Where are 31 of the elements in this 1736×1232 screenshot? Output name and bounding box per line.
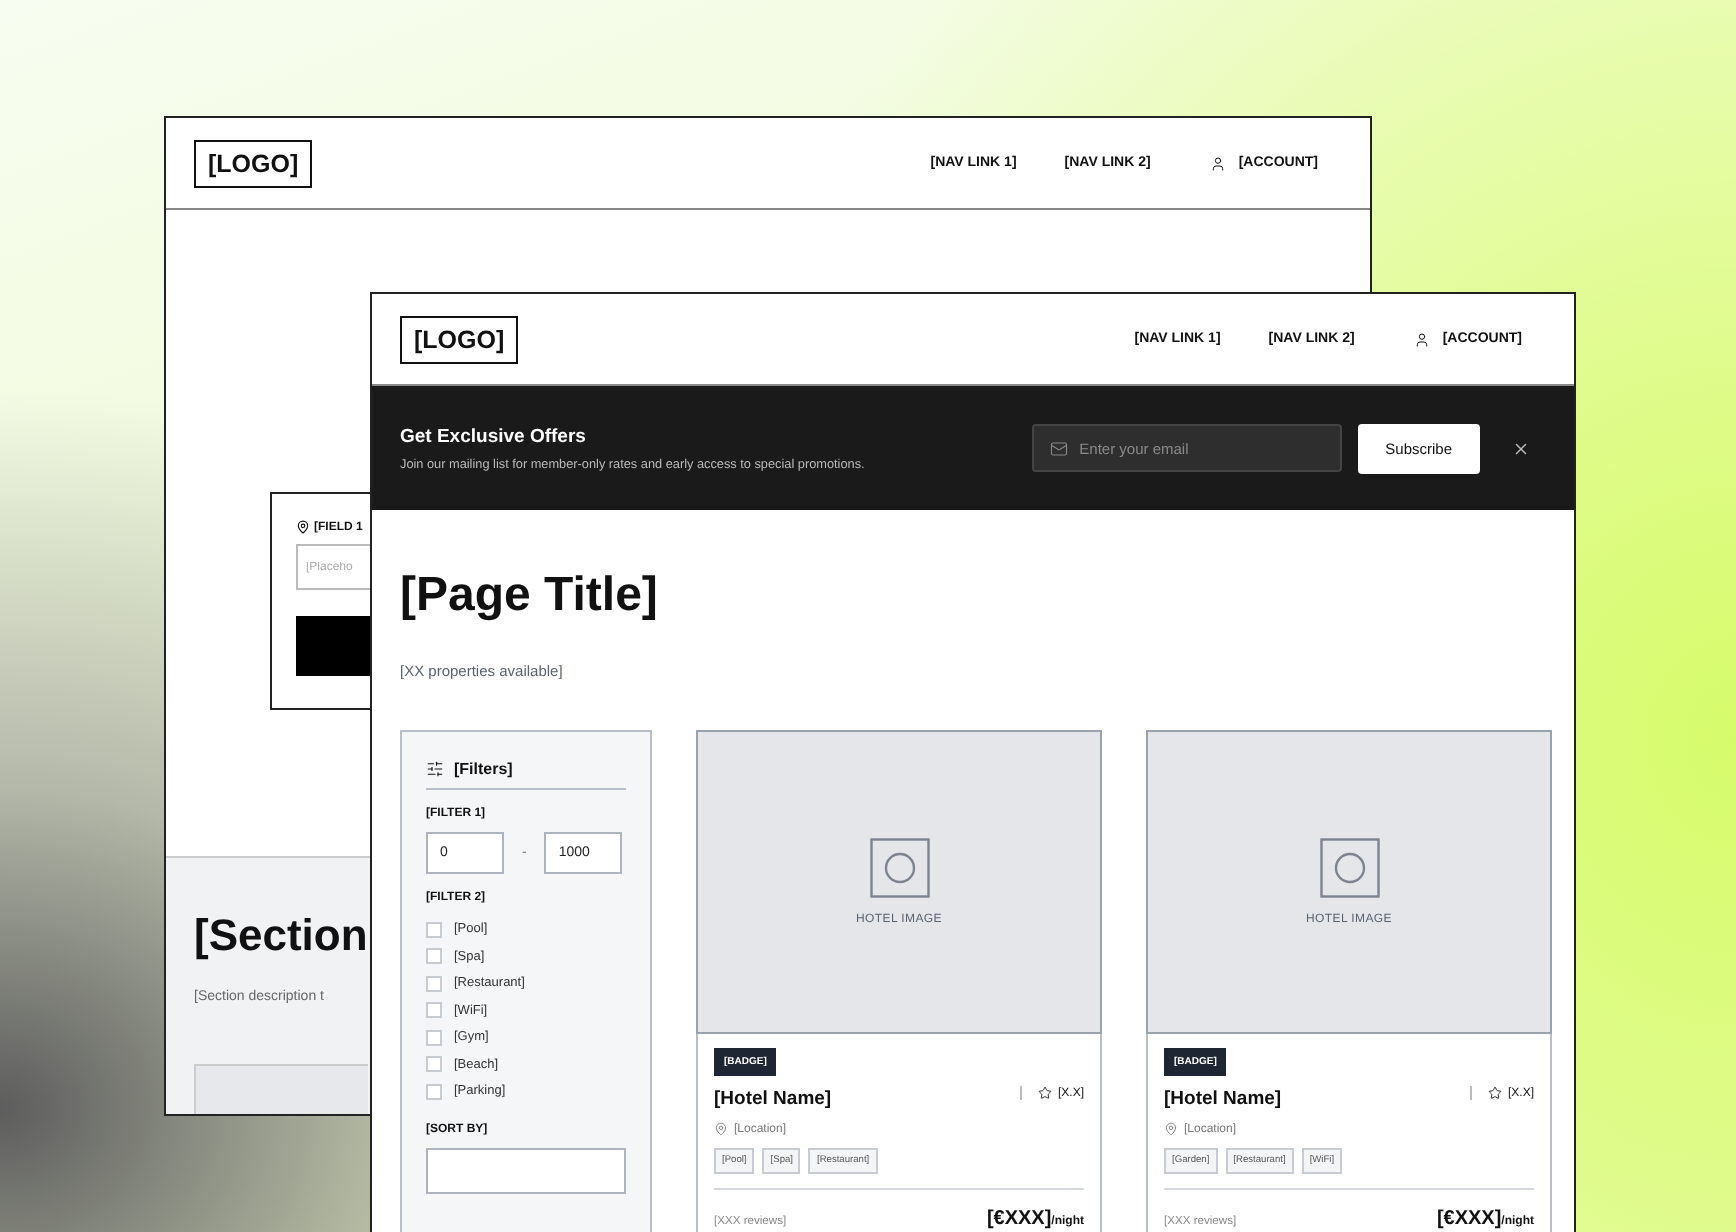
logo[interactable]: [LOGO] (400, 315, 519, 363)
user-icon (1210, 155, 1227, 171)
close-icon (1512, 439, 1530, 457)
location-pin-icon (296, 520, 310, 534)
sliders-icon (426, 760, 444, 778)
banner-title: Get Exclusive Offers (400, 425, 588, 447)
mail-icon (1049, 439, 1068, 457)
location-pin-icon (1164, 1122, 1178, 1136)
price: [€XXX] (1436, 1208, 1502, 1230)
hotel-name: [Hotel Name] (1164, 1088, 1282, 1110)
checkbox[interactable] (426, 948, 442, 965)
image-icon (869, 838, 929, 898)
section-title: [Section (194, 910, 368, 962)
hotel-name: [Hotel Name] (714, 1088, 832, 1110)
checkbox[interactable] (426, 921, 442, 938)
user-icon (1414, 331, 1431, 347)
price: [€XXX] (986, 1208, 1052, 1230)
page-title: [Page Title] (400, 570, 660, 622)
location-pin-icon (714, 1122, 728, 1136)
logo[interactable]: [LOGO] (194, 139, 313, 187)
search-button[interactable] (296, 616, 370, 676)
checkbox[interactable] (426, 975, 442, 992)
checkbox[interactable] (426, 1029, 442, 1046)
image-icon (1319, 838, 1379, 898)
checkbox[interactable] (426, 1056, 442, 1073)
sort-select[interactable] (426, 1147, 626, 1193)
checkbox[interactable] (426, 1002, 442, 1019)
filters-title: [Filters] (454, 760, 513, 778)
star-icon (1037, 1086, 1052, 1100)
star-icon (1487, 1086, 1502, 1100)
checkbox[interactable] (426, 1083, 442, 1100)
